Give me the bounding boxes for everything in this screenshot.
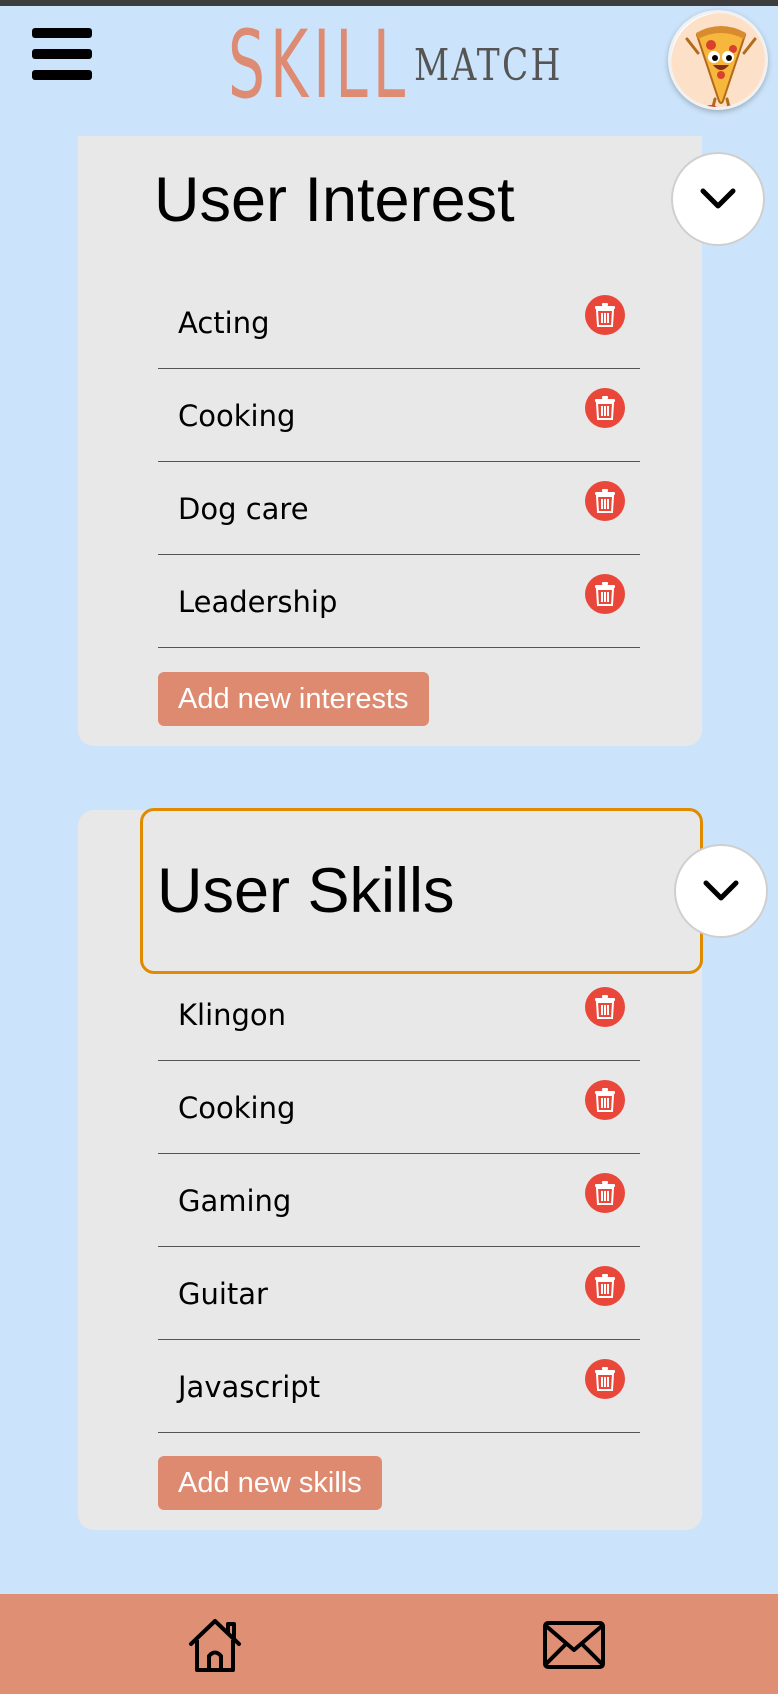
delete-interest-button[interactable] [585,295,625,335]
user-skills-title: User Skills [157,856,455,926]
trash-icon [595,1274,615,1298]
user-interest-header[interactable]: User Interest [140,136,765,264]
add-interest-button[interactable]: Add new interests [158,672,429,726]
add-skill-button[interactable]: Add new skills [158,1456,382,1510]
page: SKILL MATCH User Interest Acting Cooking… [0,0,778,1694]
user-skills-card: User Skills Klingon Cooking Gaming Guita… [78,808,768,1530]
user-interest-card: User Interest Acting Cooking Dog care Le… [78,136,765,746]
trash-icon [595,1367,615,1391]
pizza-mascot-avatar [671,13,765,107]
interest-list: Acting Cooking Dog care Leadership [158,276,640,648]
interest-item-label: Dog care [178,492,309,526]
skill-item-label: Klingon [178,998,287,1032]
user-avatar[interactable] [668,10,768,110]
trash-icon [595,489,615,513]
skills-toggle-button[interactable] [674,844,768,938]
skill-item-label: Javascript [178,1370,321,1404]
app-logo: SKILL MATCH [228,14,605,118]
skill-item-label: Gaming [178,1184,292,1218]
logo-match-text: MATCH [414,40,563,91]
interest-item-label: Cooking [178,399,296,433]
chevron-down-icon [700,188,736,209]
interest-item: Dog care [158,462,640,555]
home-icon[interactable] [186,1616,244,1674]
interest-item-label: Leadership [178,585,338,619]
delete-interest-button[interactable] [585,388,625,428]
delete-skill-button[interactable] [585,1359,625,1399]
chevron-down-icon [703,880,739,901]
interest-item: Cooking [158,369,640,462]
skill-item: Javascript [158,1340,640,1433]
bottom-nav [0,1594,778,1694]
interest-item-label: Acting [178,306,270,340]
trash-icon [595,396,615,420]
hamburger-menu-icon[interactable] [32,28,92,84]
delete-interest-button[interactable] [585,481,625,521]
skill-item-label: Guitar [178,1277,268,1311]
skill-item: Gaming [158,1154,640,1247]
interest-toggle-button[interactable] [671,152,765,246]
interest-item: Leadership [158,555,640,648]
skill-item-label: Cooking [178,1091,296,1125]
trash-icon [595,303,615,327]
skill-item: Klingon [158,968,640,1061]
delete-skill-button[interactable] [585,1266,625,1306]
delete-interest-button[interactable] [585,574,625,614]
trash-icon [595,1088,615,1112]
delete-skill-button[interactable] [585,1173,625,1213]
logo-skill-text: SKILL [228,11,411,120]
delete-skill-button[interactable] [585,1080,625,1120]
mail-icon[interactable] [542,1620,606,1670]
interest-item: Acting [158,276,640,369]
trash-icon [595,995,615,1019]
delete-skill-button[interactable] [585,987,625,1027]
user-skills-header[interactable]: User Skills [140,808,768,974]
skill-item: Cooking [158,1061,640,1154]
skills-list: Klingon Cooking Gaming Guitar Javascript [158,968,640,1433]
skill-item: Guitar [158,1247,640,1340]
user-interest-title: User Interest [154,165,515,235]
trash-icon [595,582,615,606]
browser-top-strip [0,0,778,6]
trash-icon [595,1181,615,1205]
